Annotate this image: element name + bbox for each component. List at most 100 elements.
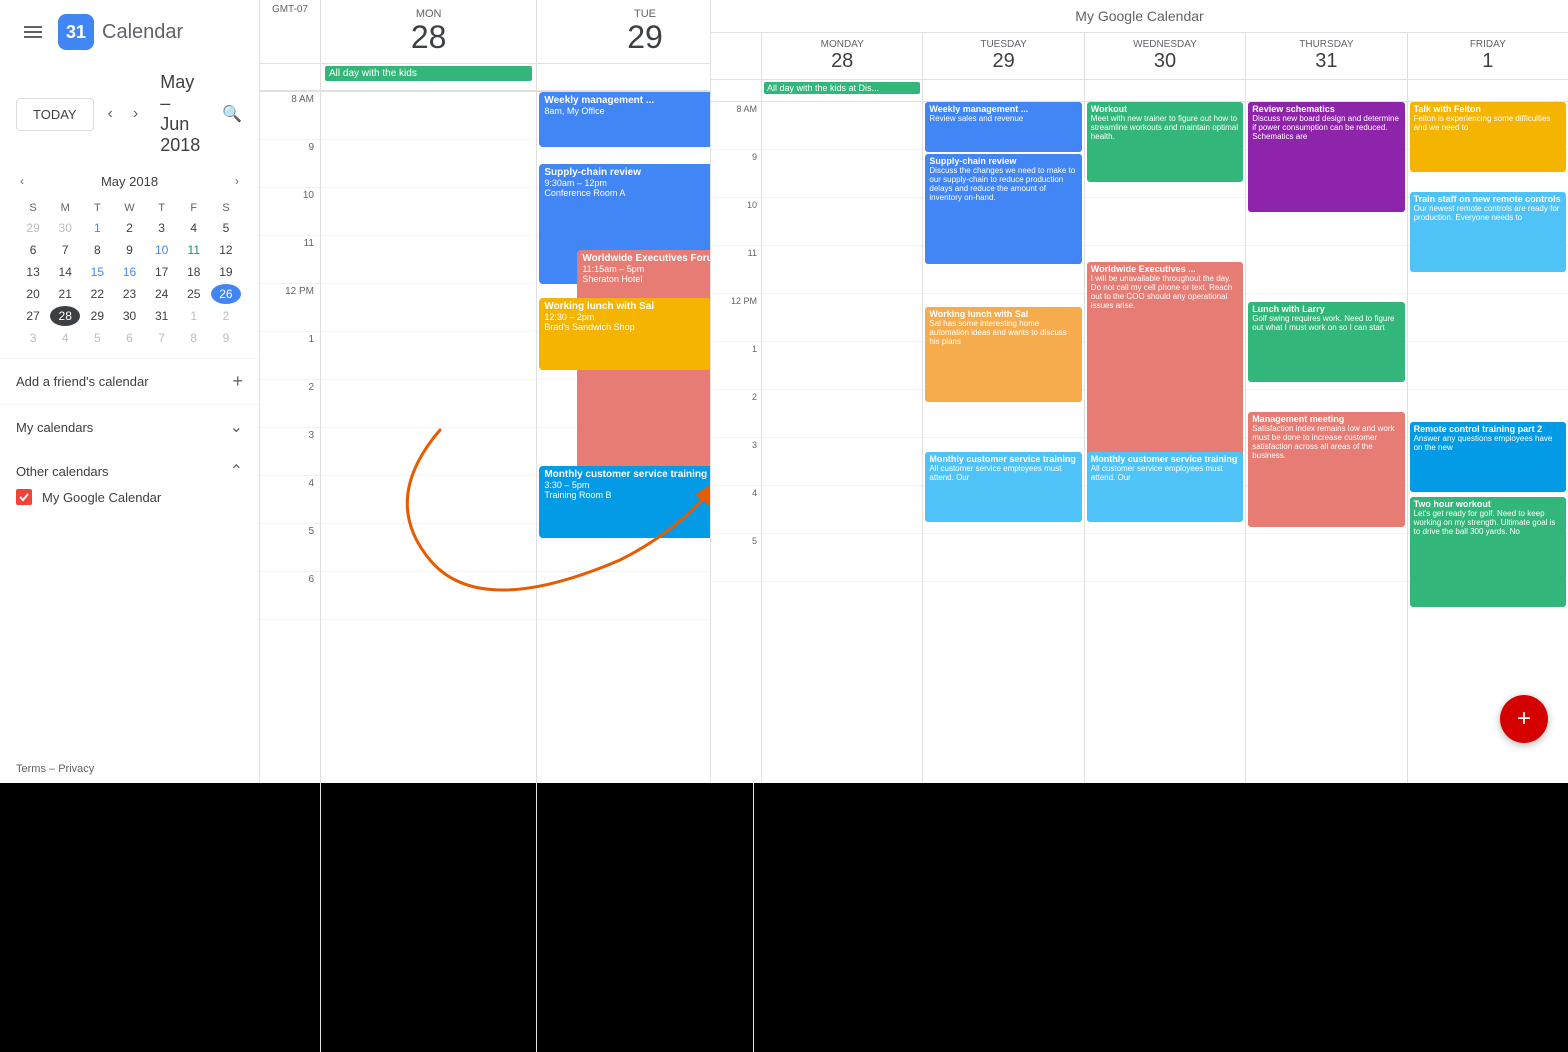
mini-cal-prev[interactable]: ‹	[16, 172, 28, 190]
ovl-event-workout-wed[interactable]: Workout Meet with new trainer to figure …	[1087, 102, 1243, 182]
ovl-event-weekly-mgmt-tue[interactable]: Weekly management ... Review sales and r…	[925, 102, 1081, 152]
mini-date[interactable]: 15	[82, 262, 112, 282]
mini-date[interactable]: 6	[114, 328, 144, 348]
mini-date[interactable]: 4	[50, 328, 80, 348]
mini-date[interactable]: 22	[82, 284, 112, 304]
event-detail: Brad's Sandwich Shop	[544, 322, 705, 332]
mon-hour-2	[321, 380, 536, 428]
mini-date[interactable]: 24	[147, 284, 177, 304]
mini-date[interactable]: 14	[50, 262, 80, 282]
time-label-2: 2	[260, 380, 320, 428]
nav-row: TODAY ‹ › May – Jun 2018 🔍	[0, 64, 259, 164]
mini-date[interactable]: 12	[211, 240, 241, 260]
overlay-allday-event-kids[interactable]: All day with the kids at Dis...	[764, 82, 920, 94]
ovl-event-customer-training-wed[interactable]: Monthly customer service training All cu…	[1087, 452, 1243, 522]
google-calendar-item[interactable]: My Google Calendar	[16, 485, 243, 509]
next-button[interactable]: ›	[127, 100, 144, 128]
mini-cal-next[interactable]: ›	[231, 172, 243, 190]
other-calendars-section: Other calendars ⌃ My Google Calendar	[0, 449, 259, 517]
ovl-event-lunch-larry-thu[interactable]: Lunch with Larry Golf swing requires wor…	[1248, 302, 1404, 382]
google-calendar-checkbox[interactable]	[16, 489, 32, 505]
mini-date[interactable]: 29	[18, 218, 48, 238]
mini-date[interactable]: 6	[18, 240, 48, 260]
overlay-thu-col: Review schematics Discuss new board desi…	[1245, 102, 1406, 783]
ovl-thu-h5	[1246, 534, 1406, 582]
mini-date[interactable]: 9	[114, 240, 144, 260]
mini-date[interactable]: 11	[179, 240, 209, 260]
ovl-event-review-schematics-thu[interactable]: Review schematics Discuss new board desi…	[1248, 102, 1404, 212]
terms-link[interactable]: Terms	[16, 763, 46, 775]
event-working-lunch-tue[interactable]: Working lunch with Sal 12:30 – 2pm Brad'…	[539, 298, 710, 370]
ovl-mon-h4	[762, 486, 922, 534]
all-day-event-kids[interactable]: All day with the kids	[325, 66, 532, 81]
ovl-wed-h5	[1085, 534, 1245, 582]
mini-date[interactable]: 30	[114, 306, 144, 326]
mini-date[interactable]: 23	[114, 284, 144, 304]
ovl-mon-h3	[762, 438, 922, 486]
mini-date[interactable]: 16	[114, 262, 144, 282]
terms-section: Terms – Privacy	[0, 755, 259, 783]
mini-date[interactable]: 21	[50, 284, 80, 304]
mini-date[interactable]: 5	[211, 218, 241, 238]
mini-date[interactable]: 2	[114, 218, 144, 238]
mini-date[interactable]: 30	[50, 218, 80, 238]
hamburger-icon[interactable]	[16, 15, 50, 49]
app-logo[interactable]: 31 Calendar	[58, 14, 183, 50]
ovl-event-working-lunch-tue[interactable]: Working lunch with Sal Sal has some inte…	[925, 307, 1081, 402]
ovl-event-supply-chain-tue[interactable]: Supply-chain review Discuss the changes …	[925, 154, 1081, 264]
mini-date[interactable]: 2	[211, 306, 241, 326]
add-friend-section[interactable]: Add a friend's calendar +	[0, 358, 259, 404]
ovl-event-management-meeting-thu[interactable]: Management meeting Satisfaction index re…	[1248, 412, 1404, 527]
ovl-event-remote-training-p2-fri[interactable]: Remote control training part 2 Answer an…	[1410, 422, 1566, 492]
prev-button[interactable]: ‹	[102, 100, 119, 128]
mon-hour-5	[321, 524, 536, 572]
mini-date[interactable]: 7	[147, 328, 177, 348]
mini-date[interactable]: 20	[18, 284, 48, 304]
mini-date[interactable]: 5	[82, 328, 112, 348]
mini-date[interactable]: 18	[179, 262, 209, 282]
day-col-m: M	[50, 200, 80, 216]
mini-date[interactable]: 31	[147, 306, 177, 326]
overlay-gmt	[711, 33, 761, 79]
mini-date[interactable]: 13	[18, 262, 48, 282]
today-button[interactable]: TODAY	[16, 98, 94, 131]
mini-date-today[interactable]: 26	[211, 284, 241, 304]
mini-calendar-grid: S M T W T F S 29 30 1	[16, 198, 243, 350]
day-col-w: W	[114, 200, 144, 216]
overlay-dayname-mon: MONDAY	[764, 39, 920, 50]
mini-date[interactable]: 29	[82, 306, 112, 326]
ovl-event-customer-training-tue[interactable]: Monthly customer service training All cu…	[925, 452, 1081, 522]
mini-date[interactable]: 1	[179, 306, 209, 326]
my-calendars-header[interactable]: My calendars ⌄	[16, 413, 243, 441]
search-button[interactable]: 🔍	[216, 98, 248, 130]
mini-date[interactable]: 4	[179, 218, 209, 238]
mini-date[interactable]: 8	[82, 240, 112, 260]
overlay-daynum-fri: 1	[1410, 50, 1566, 73]
ovl-event-train-staff-fri[interactable]: Train staff on new remote controls Our n…	[1410, 192, 1566, 272]
mini-date[interactable]: 9	[211, 328, 241, 348]
gmt-label: GMT-07	[260, 0, 320, 63]
mini-date[interactable]: 3	[18, 328, 48, 348]
sidebar-header: 31 Calendar	[0, 0, 259, 64]
logo-number: 31	[66, 22, 86, 43]
overlay-time-scroll[interactable]: 8 AM 9 10 11 12 PM 1 2 3 4 5	[711, 102, 1568, 783]
mini-date[interactable]: 19	[211, 262, 241, 282]
mini-date[interactable]: 17	[147, 262, 177, 282]
privacy-link[interactable]: Privacy	[58, 763, 94, 775]
mini-date[interactable]: 3	[147, 218, 177, 238]
mini-date[interactable]: 7	[50, 240, 80, 260]
ovl-mon-h10	[762, 198, 922, 246]
ovl-event-worldwide-wed[interactable]: Worldwide Executives ... I will be unava…	[1087, 262, 1243, 462]
mini-date[interactable]: 8	[179, 328, 209, 348]
mini-date[interactable]: 1	[82, 218, 112, 238]
other-calendars-header[interactable]: Other calendars ⌃	[16, 457, 243, 485]
ovl-event-two-hour-workout-fri[interactable]: Two hour workout Let's get ready for gol…	[1410, 497, 1566, 607]
mini-date[interactable]: 25	[179, 284, 209, 304]
mini-date[interactable]: 28	[50, 306, 80, 326]
fab-button[interactable]: +	[1500, 695, 1548, 743]
mini-date[interactable]: 10	[147, 240, 177, 260]
overlay-day-headers: MONDAY 28 TUESDAY 29 WEDNESDAY 30 THURSD…	[711, 33, 1568, 80]
my-calendars-section: My calendars ⌄	[0, 404, 259, 449]
ovl-event-talk-felton-fri[interactable]: Talk with Felton Felton is experiencing …	[1410, 102, 1566, 172]
mini-date[interactable]: 27	[18, 306, 48, 326]
